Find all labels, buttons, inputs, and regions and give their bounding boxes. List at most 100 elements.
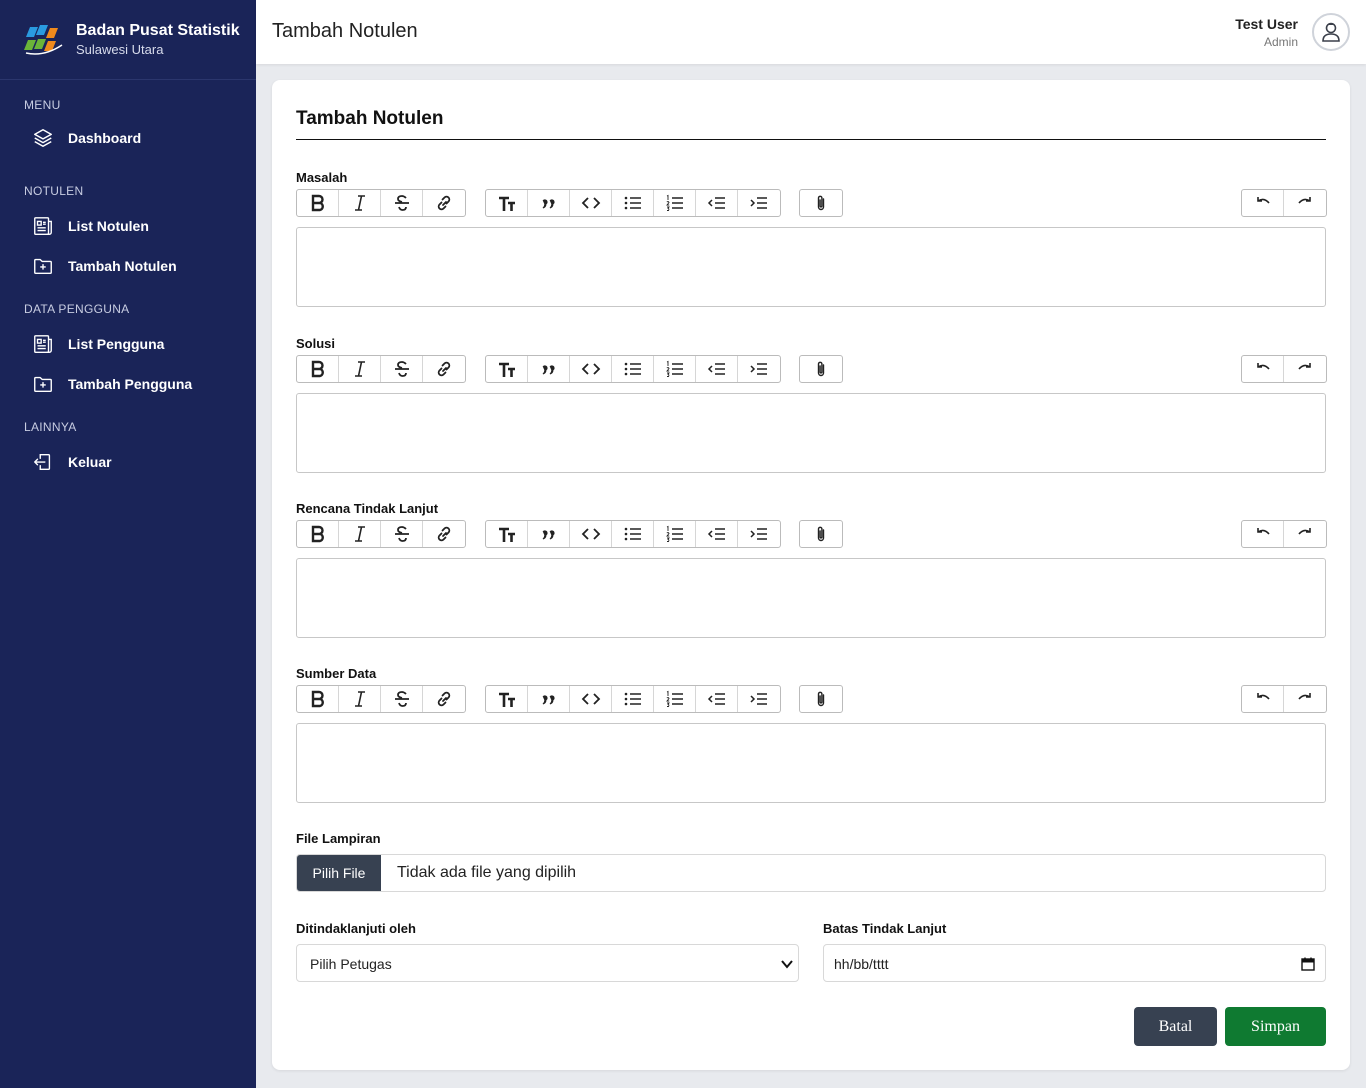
numbered-list-icon [665,194,683,211]
code-button[interactable] [570,686,612,712]
bold-button[interactable] [297,521,339,547]
assignee-select[interactable]: Pilih Petugas [296,944,799,982]
italic-button[interactable] [339,356,381,382]
rich-text-editor[interactable] [296,393,1326,473]
undo-button[interactable] [1242,521,1284,547]
bullet-list-button[interactable] [612,521,654,547]
italic-button[interactable] [339,521,381,547]
code-button[interactable] [570,521,612,547]
bullet-list-button[interactable] [612,686,654,712]
bold-button[interactable] [297,686,339,712]
heading-icon [498,692,515,707]
sidebar-item-dashboard[interactable]: Dashboard [0,118,256,158]
link-button[interactable] [423,190,465,216]
save-button[interactable]: Simpan [1225,1007,1326,1046]
sidebar-item-label: Tambah Notulen [68,258,177,274]
folder-plus-icon [34,258,52,275]
choose-file-button[interactable]: Pilih File [297,855,381,891]
attach-file-button[interactable] [800,521,842,547]
outdent-button[interactable] [696,521,738,547]
form-title: Tambah Notulen [296,108,444,129]
heading-button[interactable] [486,356,528,382]
brand[interactable]: Badan Pusat Statistik Sulawesi Utara [0,0,256,80]
undo-button[interactable] [1242,356,1284,382]
heading-icon [498,527,515,542]
code-button[interactable] [570,356,612,382]
heading-button[interactable] [486,521,528,547]
rich-text-editor[interactable] [296,723,1326,803]
code-button[interactable] [570,190,612,216]
deadline-date-input[interactable]: hh/bb/tttt [823,944,1326,982]
indent-button[interactable] [738,521,780,547]
link-button[interactable] [423,356,465,382]
user-info[interactable]: Test User Admin [1235,16,1298,52]
indent-button[interactable] [738,356,780,382]
calendar-icon[interactable] [1301,957,1315,971]
link-button[interactable] [423,521,465,547]
heading-button[interactable] [486,190,528,216]
brand-name: Badan Pusat Statistik [76,21,240,39]
strikethrough-icon [394,691,409,707]
sidebar-item-keluar[interactable]: Keluar [0,442,256,482]
italic-button[interactable] [339,686,381,712]
sidebar-item-list-notulen[interactable]: List Notulen [0,206,256,246]
redo-button[interactable] [1284,686,1326,712]
redo-button[interactable] [1284,356,1326,382]
outdent-button[interactable] [696,356,738,382]
quote-icon [542,695,555,705]
undo-icon [1256,363,1270,370]
strikethrough-button[interactable] [381,521,423,547]
sidebar-item-tambah-notulen[interactable]: Tambah Notulen [0,246,256,286]
indent-icon [750,363,767,375]
quote-button[interactable] [528,521,570,547]
sidebar-item-list-pengguna[interactable]: List Pengguna [0,324,256,364]
link-icon [437,361,451,377]
quote-button[interactable] [528,686,570,712]
cancel-button[interactable]: Batal [1134,1007,1217,1046]
rich-text-editor[interactable] [296,227,1326,307]
rich-text-editor[interactable] [296,558,1326,638]
file-input[interactable]: Pilih File Tidak ada file yang dipilih [296,854,1326,892]
undo-button[interactable] [1242,686,1284,712]
bullet-list-button[interactable] [612,356,654,382]
indent-button[interactable] [738,686,780,712]
toolbar-group [799,355,843,383]
brand-region: Sulawesi Utara [76,41,164,57]
heading-button[interactable] [486,686,528,712]
bullet-list-icon [624,527,641,541]
attach-file-button[interactable] [800,190,842,216]
sidebar-item-tambah-pengguna[interactable]: Tambah Pengguna [0,364,256,404]
redo-button[interactable] [1284,521,1326,547]
outdent-icon [707,693,725,705]
quote-button[interactable] [528,356,570,382]
redo-button[interactable] [1284,190,1326,216]
file-label: File Lampiran [296,831,381,846]
quote-icon [542,365,555,375]
indent-button[interactable] [738,190,780,216]
bold-button[interactable] [297,356,339,382]
bullet-list-button[interactable] [612,190,654,216]
quote-button[interactable] [528,190,570,216]
numbered-list-button[interactable] [654,521,696,547]
redo-icon [1298,363,1311,370]
numbered-list-icon [665,360,683,377]
outdent-button[interactable] [696,190,738,216]
bold-button[interactable] [297,190,339,216]
strikethrough-button[interactable] [381,356,423,382]
outdent-button[interactable] [696,686,738,712]
indent-icon [750,197,767,209]
undo-button[interactable] [1242,190,1284,216]
attach-file-button[interactable] [800,356,842,382]
numbered-list-button[interactable] [654,686,696,712]
italic-button[interactable] [339,190,381,216]
numbered-list-button[interactable] [654,190,696,216]
strikethrough-button[interactable] [381,190,423,216]
italic-icon [354,526,365,542]
attach-file-button[interactable] [800,686,842,712]
user-role: Admin [1263,35,1298,49]
outdent-icon [707,528,725,540]
numbered-list-button[interactable] [654,356,696,382]
link-button[interactable] [423,686,465,712]
strikethrough-button[interactable] [381,686,423,712]
avatar[interactable] [1312,13,1350,51]
